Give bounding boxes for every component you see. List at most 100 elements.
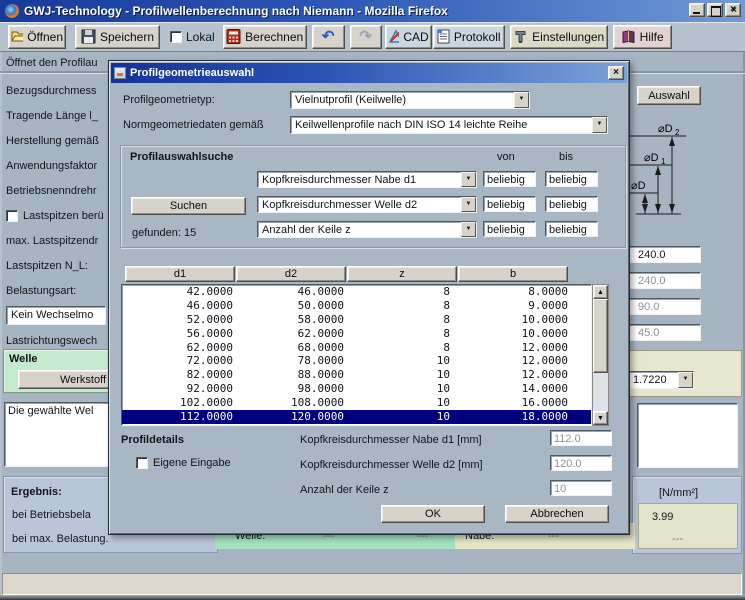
dim-label-d1: ⌀D [644, 152, 659, 164]
normgeometrie-combo[interactable]: Keilwellenprofile nach DIN ISO 14 leicht… [290, 116, 608, 134]
cell-b: 12.0000 [458, 368, 569, 382]
profilgeometrietyp-label: Profilgeometrietyp: [123, 94, 215, 106]
dim-label-d1-sub: 1 [661, 157, 666, 166]
floppy-icon [81, 29, 96, 44]
cell-d2: 46.0000 [236, 285, 347, 299]
table-row[interactable]: 56.0000 62.0000 8 10.0000 [122, 327, 591, 341]
criterion-combo[interactable]: Kopfkreisdurchmesser Nabe d1 [257, 171, 477, 188]
dropdown-arrow-icon[interactable] [514, 92, 529, 108]
nabe-description-textarea[interactable] [637, 403, 738, 468]
search-row: Anzahl der Keile z beliebig beliebig [257, 221, 607, 246]
detail-label: Kopfkreisdurchmesser Nabe d1 [mm] [300, 434, 482, 446]
protocol-button[interactable]: Protokoll [433, 25, 505, 49]
table-row[interactable]: 42.0000 46.0000 8 8.0000 [122, 285, 591, 299]
auswahl-button[interactable]: Auswahl [637, 86, 701, 105]
criterion-combo[interactable]: Kopfkreisdurchmesser Welle d2 [257, 196, 477, 213]
table-scrollbar[interactable] [592, 284, 609, 426]
column-header-button[interactable]: d2 [236, 266, 346, 282]
cell-b: 12.0000 [458, 341, 569, 355]
cell-d2: 58.0000 [236, 313, 347, 327]
cancel-button[interactable]: Abbrechen [505, 505, 609, 523]
cell-d1: 52.0000 [122, 313, 236, 327]
suchen-button[interactable]: Suchen [131, 197, 246, 215]
cad-icon [388, 29, 400, 44]
cell-d2: 50.0000 [236, 299, 347, 313]
detail-row: Anzahl der Keile z 10 [300, 479, 620, 504]
column-header-button[interactable]: d1 [125, 266, 235, 282]
detail-row: Kopfkreisdurchmesser Welle d2 [mm] 120.0 [300, 454, 620, 479]
von-input[interactable]: beliebig [483, 171, 536, 187]
dropdown-arrow-icon[interactable] [592, 117, 607, 133]
table-row[interactable]: 92.0000 98.0000 10 14.0000 [122, 382, 591, 396]
scroll-up-button[interactable] [593, 285, 608, 299]
dropdown-arrow-icon[interactable] [461, 222, 476, 237]
help-button[interactable]: Hilfe [613, 25, 672, 49]
cell-d1: 112.0000 [122, 410, 236, 424]
ergebnis-line1: bei Betriebsbela [12, 509, 91, 521]
dropdown-arrow-icon[interactable] [461, 172, 476, 187]
scroll-down-button[interactable] [593, 411, 608, 425]
ok-button[interactable]: OK [381, 505, 485, 523]
column-header-button[interactable]: b [458, 266, 568, 282]
status-hint: Öffnet den Profilau [6, 57, 98, 69]
cell-b: 16.0000 [458, 396, 569, 410]
cell-b: 9.0000 [458, 299, 569, 313]
criterion-combo[interactable]: Anzahl der Keile z [257, 221, 477, 238]
cad-button[interactable]: CAD [385, 25, 432, 49]
eigene-eingabe-checkbox[interactable] [136, 457, 148, 469]
table-row[interactable]: 62.0000 68.0000 8 12.0000 [122, 341, 591, 355]
settings-icon [513, 29, 528, 44]
belastungsart-select[interactable]: Kein Wechselmo [6, 306, 106, 325]
dialog-close-button[interactable] [608, 66, 624, 80]
open-button[interactable]: Öffnen [8, 25, 66, 49]
search-row: Kopfkreisdurchmesser Nabe d1 beliebig be… [257, 171, 607, 196]
cell-d1: 56.0000 [122, 327, 236, 341]
dropdown-arrow-icon[interactable] [678, 372, 693, 388]
cell-d2: 108.0000 [236, 396, 347, 410]
toolbar: Öffnen Speichern Lokal Berechnen CAD Pro… [0, 22, 745, 52]
stress-result-panel: [N/mm²] 3.99 --- [632, 476, 742, 554]
lokal-checkbox[interactable] [170, 31, 182, 43]
dialog-profilgeometrieauswahl: Profilgeometrieauswahl Profilgeometriety… [108, 60, 630, 535]
dialog-titlebar[interactable]: Profilgeometrieauswahl [111, 63, 627, 83]
search-criteria-rows: Kopfkreisdurchmesser Nabe d1 beliebig be… [257, 171, 607, 246]
table-row[interactable]: 46.0000 50.0000 8 9.0000 [122, 299, 591, 313]
minimize-button[interactable] [689, 3, 705, 17]
von-input[interactable]: beliebig [483, 221, 536, 237]
cell-z: 8 [347, 285, 458, 299]
java-icon [114, 67, 126, 79]
table-row[interactable]: 72.0000 78.0000 10 12.0000 [122, 354, 591, 368]
maximize-button[interactable] [707, 3, 723, 17]
close-button[interactable] [725, 3, 741, 17]
cell-b: 10.0000 [458, 313, 569, 327]
firefox-icon [5, 4, 19, 18]
table-row[interactable]: 82.0000 88.0000 10 12.0000 [122, 368, 591, 382]
dropdown-arrow-icon[interactable] [461, 197, 476, 212]
bis-input[interactable]: beliebig [545, 171, 598, 187]
table-row[interactable]: 52.0000 58.0000 8 10.0000 [122, 313, 591, 327]
profilgeometrietyp-combo[interactable]: Vielnutprofil (Keilwelle) [290, 91, 530, 109]
bis-input[interactable]: beliebig [545, 196, 598, 212]
search-title: Profilauswahlsuche [130, 151, 233, 163]
lastspitzen-checkbox[interactable] [6, 210, 18, 222]
cell-b: 10.0000 [458, 327, 569, 341]
save-button[interactable]: Speichern [75, 25, 160, 49]
dialog-title: Profilgeometrieauswahl [130, 67, 254, 79]
von-input[interactable]: beliebig [483, 196, 536, 212]
cell-z: 8 [347, 327, 458, 341]
column-header-button[interactable]: z [347, 266, 457, 282]
cell-d2: 120.0000 [236, 410, 347, 424]
stress-result-dash: --- [672, 533, 683, 545]
ergebnis-line2: bei max. Belastung. [12, 533, 109, 545]
unit-label: [N/mm²] [659, 487, 698, 499]
table-row[interactable]: 112.0000 120.0000 10 18.0000 [122, 410, 591, 424]
calculate-button[interactable]: Berechnen [223, 25, 307, 49]
welle-panel-title: Welle [9, 353, 38, 365]
cell-z: 8 [347, 299, 458, 313]
bis-input[interactable]: beliebig [545, 221, 598, 237]
scroll-thumb[interactable] [593, 299, 608, 373]
undo-button[interactable] [312, 25, 345, 49]
table-row[interactable]: 102.0000 108.0000 10 16.0000 [122, 396, 591, 410]
settings-button[interactable]: Einstellungen [510, 25, 608, 49]
cell-d1: 42.0000 [122, 285, 236, 299]
